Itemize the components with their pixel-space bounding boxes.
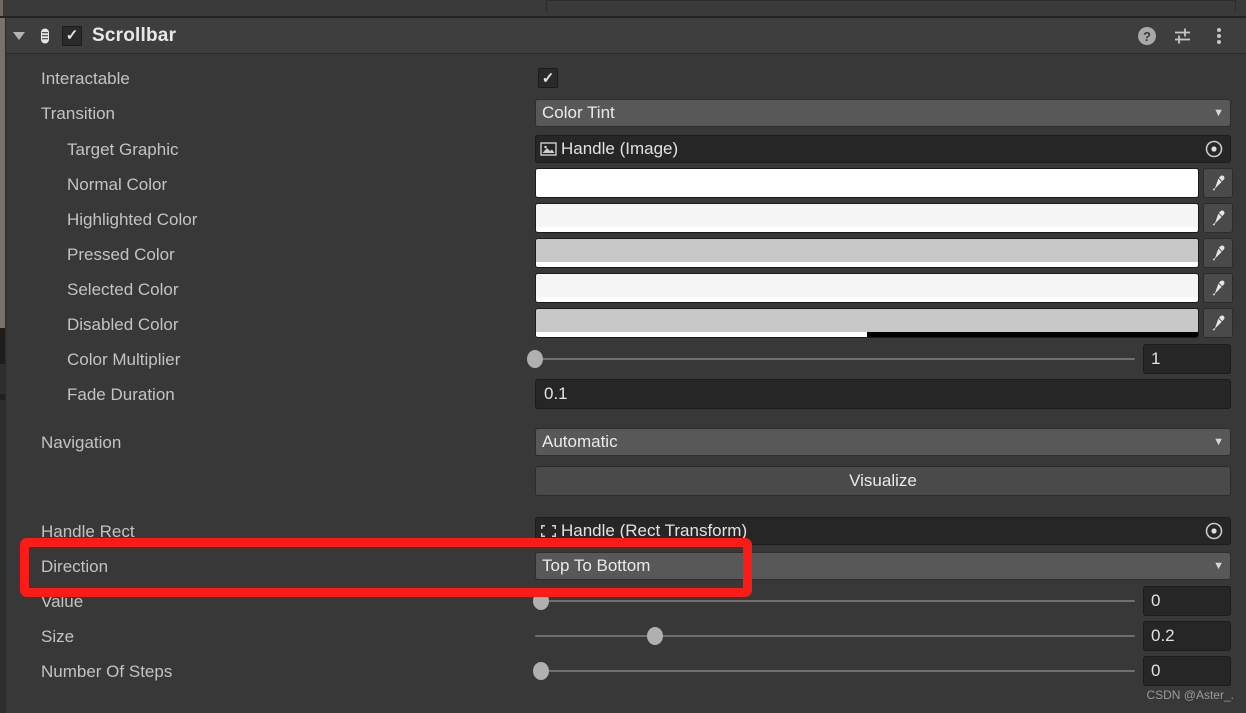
transition-value: Color Tint: [542, 103, 615, 122]
alpha-bar: [536, 262, 1198, 267]
value-number[interactable]: 0: [1143, 586, 1231, 616]
normal-color-swatch[interactable]: [535, 168, 1199, 198]
value-control: 0: [533, 586, 1231, 616]
foldout-arrow-icon[interactable]: [6, 18, 32, 54]
fade-duration-input[interactable]: 0.1: [535, 379, 1231, 409]
slider-knob[interactable]: [527, 350, 543, 368]
checkmark-icon: ✓: [65, 27, 79, 44]
label-color-multiplier: Color Multiplier: [67, 349, 181, 369]
preset-icon[interactable]: [1172, 25, 1194, 47]
color-multiplier-control: 1: [527, 344, 1231, 374]
color-area: [536, 309, 1198, 332]
eyedropper-icon[interactable]: [1203, 273, 1233, 303]
normal-color-control: [535, 168, 1233, 198]
slider-track: [535, 600, 1135, 602]
selected-color-swatch[interactable]: [535, 273, 1199, 303]
selected-color-control: [535, 273, 1233, 303]
help-icon[interactable]: ?: [1136, 25, 1158, 47]
label-handle-rect: Handle Rect: [41, 521, 135, 541]
slider-knob[interactable]: [533, 662, 549, 680]
direction-dropdown[interactable]: Top To Bottom ▼: [535, 552, 1231, 580]
component-header[interactable]: ✓ Scrollbar ?: [6, 18, 1246, 54]
handle-rect-object-field[interactable]: Handle (Rect Transform): [535, 517, 1231, 545]
label-normal-color: Normal Color: [67, 174, 168, 194]
interactable-checkbox[interactable]: ✓: [538, 68, 558, 88]
eyedropper-icon[interactable]: [1203, 308, 1233, 338]
size-slider[interactable]: [535, 625, 1135, 647]
highlighted-color-swatch[interactable]: [535, 203, 1199, 233]
label-size: Size: [41, 626, 75, 646]
kebab-menu-icon[interactable]: [1208, 25, 1230, 47]
color-area: [536, 204, 1198, 227]
slider-track: [535, 635, 1135, 637]
alpha-bar: [536, 332, 1198, 337]
target-graphic-value: Handle (Image): [561, 139, 679, 158]
color-multiplier-value[interactable]: 1: [1143, 344, 1231, 374]
watermark-text: CSDN @Aster_.: [1146, 688, 1234, 702]
navigation-value: Automatic: [542, 432, 618, 451]
pressed-color-swatch[interactable]: [535, 238, 1199, 268]
partial-field-above: [546, 0, 1236, 12]
number-of-steps-number[interactable]: 0: [1143, 656, 1231, 686]
label-value: Value: [41, 591, 84, 611]
top-partial-row: [0, 0, 1246, 16]
row-interactable: Interactable: [6, 61, 1246, 96]
navigation-dropdown[interactable]: Automatic ▼: [535, 428, 1231, 456]
color-area: [536, 239, 1198, 262]
size-control: 0.2: [535, 621, 1231, 651]
eyedropper-icon[interactable]: [1203, 238, 1233, 268]
label-direction: Direction: [41, 556, 109, 576]
number-of-steps-control: 0: [533, 656, 1231, 686]
chevron-down-icon: ▼: [1213, 107, 1224, 119]
label-navigation: Navigation: [41, 432, 122, 452]
disabled-color-control: [535, 308, 1233, 338]
size-number[interactable]: 0.2: [1143, 621, 1231, 651]
label-disabled-color: Disabled Color: [67, 314, 179, 334]
color-area: [536, 169, 1198, 192]
label-interactable: Interactable: [41, 68, 130, 88]
slider-knob[interactable]: [533, 592, 549, 610]
scrollbar-component-icon: [36, 27, 54, 45]
object-picker-icon[interactable]: [1200, 520, 1228, 542]
alpha-bar: [536, 227, 1198, 232]
alpha-bar: [536, 297, 1198, 302]
slider-track: [535, 670, 1135, 672]
component-title: Scrollbar: [92, 24, 177, 46]
svg-text:?: ?: [1143, 29, 1151, 44]
slider-track: [535, 358, 1135, 360]
label-highlighted-color: Highlighted Color: [67, 209, 198, 229]
eyedropper-icon[interactable]: [1203, 168, 1233, 198]
chevron-down-icon: ▼: [1213, 560, 1224, 572]
eyedropper-icon[interactable]: [1203, 203, 1233, 233]
label-fade-duration: Fade Duration: [67, 384, 175, 404]
label-selected-color: Selected Color: [67, 279, 179, 299]
rect-transform-icon: [540, 523, 557, 539]
number-of-steps-slider[interactable]: [533, 660, 1135, 682]
alpha-bar: [536, 192, 1198, 197]
target-graphic-object-field[interactable]: Handle (Image): [535, 135, 1231, 163]
chevron-down-icon: ▼: [1213, 436, 1224, 448]
checkmark-icon: ✓: [541, 69, 555, 87]
color-area: [536, 274, 1198, 297]
label-number-of-steps: Number Of Steps: [41, 661, 173, 681]
color-multiplier-slider[interactable]: [527, 348, 1135, 370]
slider-knob[interactable]: [647, 627, 663, 645]
transition-dropdown[interactable]: Color Tint ▼: [535, 99, 1231, 127]
label-transition: Transition: [41, 103, 116, 123]
visualize-button[interactable]: Visualize: [535, 466, 1231, 496]
handle-rect-value: Handle (Rect Transform): [561, 521, 748, 540]
header-icon-group: ?: [1136, 25, 1246, 47]
component-enabled-checkbox[interactable]: ✓: [62, 25, 82, 46]
direction-value: Top To Bottom: [542, 556, 651, 575]
label-pressed-color: Pressed Color: [67, 244, 175, 264]
unity-inspector-panel: ✓ Scrollbar ? Interactable ✓ Transition …: [0, 0, 1246, 713]
highlighted-color-control: [535, 203, 1233, 233]
left-edge-marker: [0, 0, 3, 16]
image-component-icon: [540, 141, 557, 157]
value-slider[interactable]: [533, 590, 1135, 612]
object-picker-icon[interactable]: [1200, 138, 1228, 160]
label-target-graphic: Target Graphic: [67, 139, 179, 159]
disabled-color-swatch[interactable]: [535, 308, 1199, 338]
pressed-color-control: [535, 238, 1233, 268]
